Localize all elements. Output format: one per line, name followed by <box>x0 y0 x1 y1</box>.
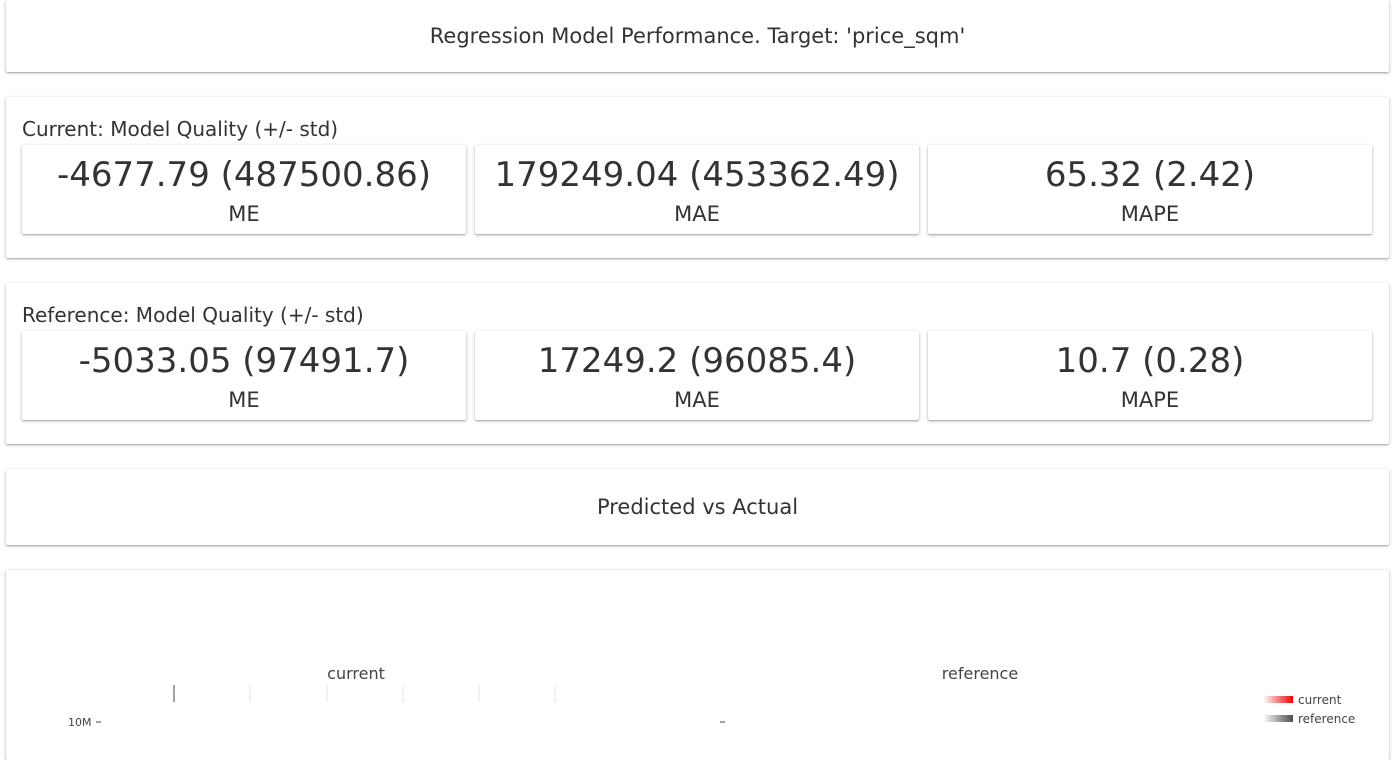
current-quality-label: Current: Model Quality (+/- std) <box>22 117 339 141</box>
subplot-title-reference: reference <box>942 664 1018 683</box>
reference-me-metric: -5033.05 (97491.7) ME <box>22 331 466 420</box>
report-header: Regression Model Performance. Target: 'p… <box>6 0 1389 72</box>
legend-item-current[interactable]: current <box>1263 693 1342 707</box>
legend-label-reference: reference <box>1298 712 1355 726</box>
legend-label-current: current <box>1298 693 1342 707</box>
legend-swatch-current <box>1263 696 1293 703</box>
predicted-vs-actual-plot[interactable]: current reference 10M current reference <box>6 570 1389 760</box>
metric-name: MAPE <box>1120 202 1180 226</box>
subplot-title-current: current <box>327 664 385 683</box>
y-tick-label-current: 10M <box>68 716 92 729</box>
legend[interactable]: current reference <box>1263 693 1355 726</box>
scatter-plot-svg[interactable]: current reference 10M current reference <box>6 570 1389 760</box>
metric-value: -5033.05 (97491.7) <box>78 341 410 381</box>
current-mape-metric: 65.32 (2.42) MAPE <box>928 145 1372 234</box>
metric-value: 17249.2 (96085.4) <box>537 341 857 381</box>
reference-mae-metric: 17249.2 (96085.4) MAE <box>475 331 919 420</box>
predicted-vs-actual-title: Predicted vs Actual <box>596 495 799 519</box>
metric-name: MAE <box>674 388 720 412</box>
legend-item-reference[interactable]: reference <box>1263 712 1355 726</box>
metric-value: -4677.79 (487500.86) <box>56 155 432 195</box>
metric-name: ME <box>228 388 260 412</box>
metric-name: MAPE <box>1120 388 1180 412</box>
current-gridlines <box>249 685 556 702</box>
reference-quality-panel: Reference: Model Quality (+/- std) -5033… <box>6 283 1389 444</box>
metric-value: 10.7 (0.28) <box>1055 341 1245 381</box>
reference-metrics-row: -5033.05 (97491.7) ME 17249.2 (96085.4) … <box>22 331 1372 420</box>
current-metrics-row: -4677.79 (487500.86) ME 179249.04 (45336… <box>22 145 1372 234</box>
predicted-vs-actual-header: Predicted vs Actual <box>6 469 1389 545</box>
reference-mape-metric: 10.7 (0.28) MAPE <box>928 331 1372 420</box>
metric-name: ME <box>228 202 260 226</box>
current-me-metric: -4677.79 (487500.86) ME <box>22 145 466 234</box>
legend-swatch-reference <box>1263 715 1293 722</box>
metric-value: 179249.04 (453362.49) <box>494 155 900 195</box>
current-mae-metric: 179249.04 (453362.49) MAE <box>475 145 919 234</box>
current-quality-panel: Current: Model Quality (+/- std) -4677.7… <box>6 97 1389 258</box>
report-title: Regression Model Performance. Target: 'p… <box>429 24 966 48</box>
metric-value: 65.32 (2.42) <box>1044 155 1256 195</box>
metric-name: MAE <box>674 202 720 226</box>
reference-quality-label: Reference: Model Quality (+/- std) <box>22 303 364 327</box>
